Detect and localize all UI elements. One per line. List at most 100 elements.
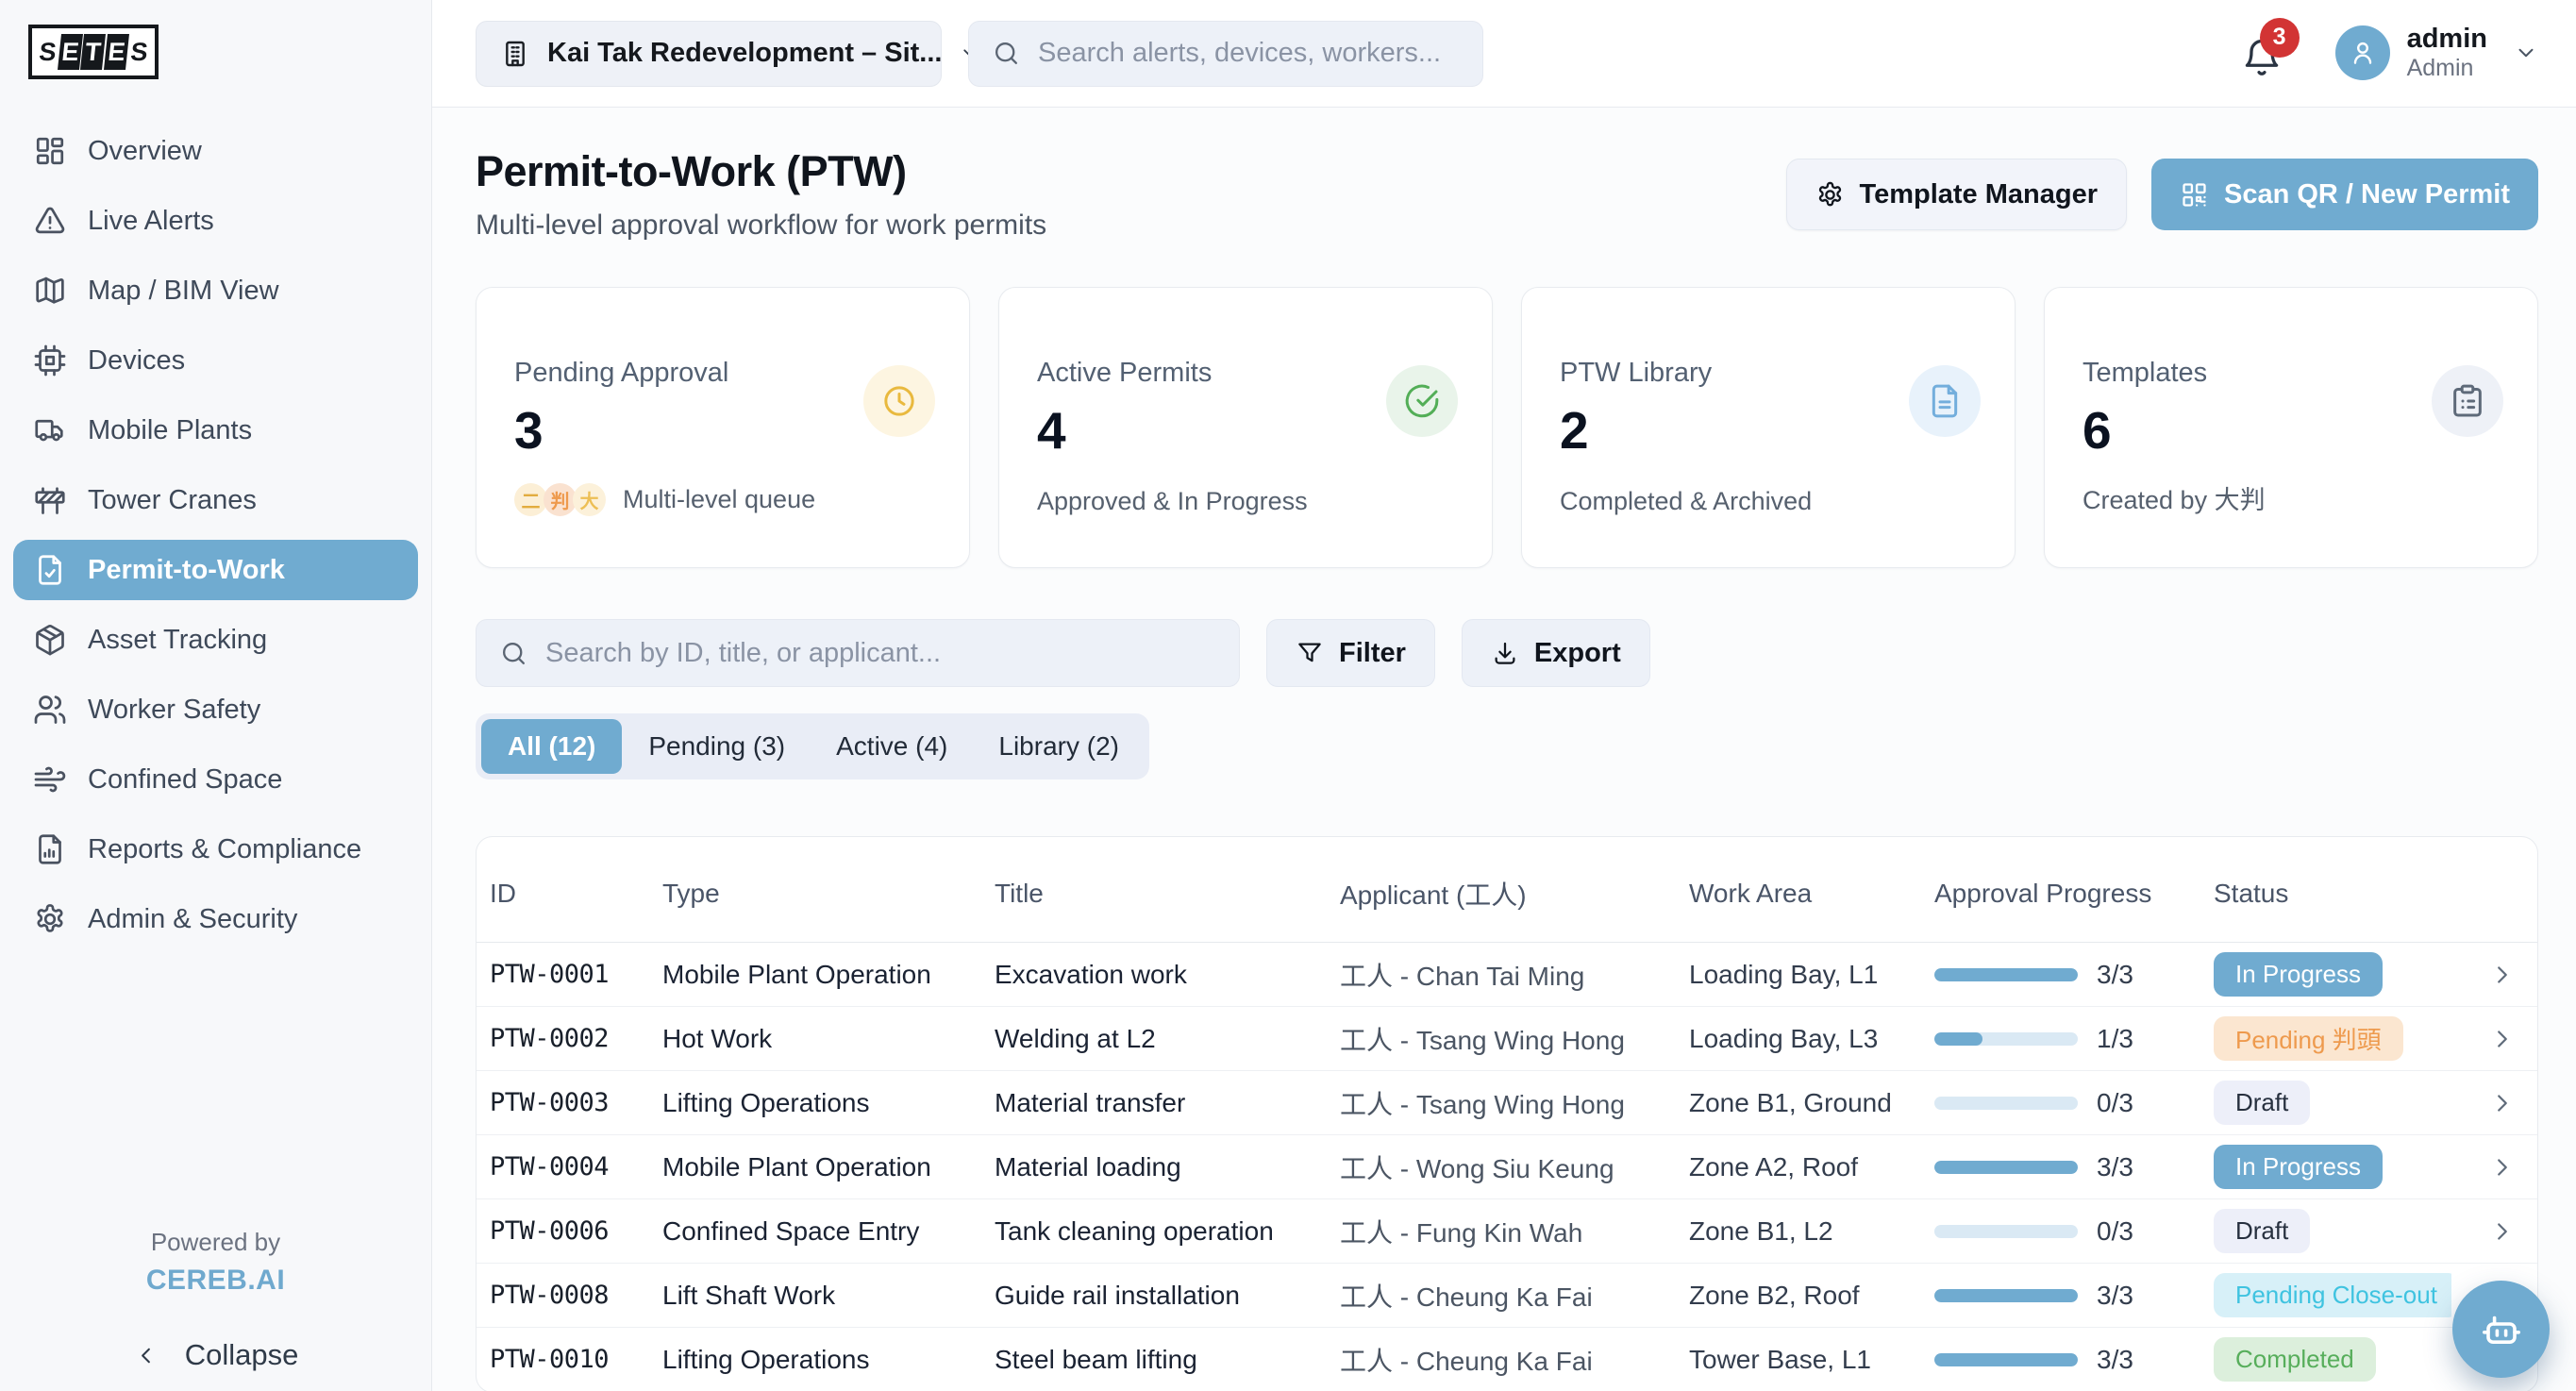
- table-row[interactable]: PTW-0003 Lifting Operations Material tra…: [477, 1071, 2537, 1135]
- progress-label: 0/3: [2097, 1088, 2133, 1118]
- approver-badge: 二: [514, 483, 547, 516]
- sidebar-item[interactable]: Confined Space: [13, 749, 418, 810]
- collapse-label: Collapse: [185, 1338, 299, 1372]
- cell-title: Material transfer: [995, 1088, 1340, 1118]
- sidebar-item[interactable]: Devices: [13, 330, 418, 391]
- chevron-right-icon[interactable]: [2488, 1089, 2517, 1117]
- file-text-icon: [1926, 382, 1964, 420]
- site-selector[interactable]: Kai Tak Redevelopment – Sit...: [476, 21, 942, 87]
- check-circle-icon-circle: [1386, 365, 1458, 437]
- table-row[interactable]: PTW-0001 Mobile Plant Operation Excavati…: [477, 943, 2537, 1007]
- tab[interactable]: Pending (3): [624, 719, 810, 774]
- sidebar-item-label: Admin & Security: [88, 904, 297, 935]
- cell-applicant: 工人 - Fung Kin Wah: [1340, 1213, 1689, 1250]
- cell-applicant: 工人 - Tsang Wing Hong: [1340, 1020, 1689, 1058]
- logo-letter: S: [126, 34, 152, 70]
- sidebar-item-label: Worker Safety: [88, 695, 260, 726]
- stat-card-active-permits: Active Permits 4 Approved & In Progress: [998, 287, 1493, 568]
- export-button[interactable]: Export: [1462, 619, 1650, 687]
- filter-button[interactable]: Filter: [1266, 619, 1435, 687]
- column-header: ID: [490, 879, 662, 909]
- stat-caption: Completed & Archived: [1560, 487, 1812, 516]
- scan-qr-new-permit-button[interactable]: Scan QR / New Permit: [2151, 159, 2538, 230]
- notifications-button[interactable]: 3: [2241, 29, 2284, 78]
- status-badge: Pending 判頭: [2214, 1016, 2403, 1061]
- table-row[interactable]: PTW-0002 Hot Work Welding at L2 工人 - Tsa…: [477, 1007, 2537, 1071]
- status-badge: Completed: [2214, 1337, 2376, 1382]
- sidebar-item-label: Overview: [88, 136, 202, 167]
- table-row[interactable]: PTW-0010 Lifting Operations Steel beam l…: [477, 1328, 2537, 1391]
- sidebar-item-label: Map / BIM View: [88, 276, 279, 307]
- setes-logo: S E T E S: [28, 25, 159, 79]
- tab[interactable]: All (12): [481, 719, 622, 774]
- progress-fill: [1934, 1289, 2078, 1302]
- logo-letter: T: [80, 34, 106, 70]
- cell-approval-progress: 0/3: [1934, 1088, 2214, 1118]
- chevron-right-icon[interactable]: [2488, 1153, 2517, 1182]
- sidebar-item[interactable]: Mobile Plants: [13, 400, 418, 461]
- column-header: Status: [2214, 879, 2451, 909]
- template-manager-button[interactable]: Template Manager: [1786, 159, 2127, 230]
- gear-icon: [33, 902, 67, 936]
- cell-title: Steel beam lifting: [995, 1345, 1340, 1375]
- progress-fill: [1934, 1353, 2078, 1366]
- stat-caption: 二 判 大 Multi-level queue: [514, 483, 815, 516]
- stat-card-pending-approval: Pending Approval 3 二 判 大 Multi-level que…: [476, 287, 970, 568]
- chevron-right-icon[interactable]: [2488, 1025, 2517, 1053]
- cell-status: In Progress: [2214, 1145, 2451, 1189]
- powered-by-label: Powered by: [0, 1228, 431, 1257]
- progress-fill: [1934, 1161, 2078, 1174]
- cell-applicant: 工人 - Wong Siu Keung: [1340, 1148, 1689, 1186]
- progress-bar: [1934, 968, 2078, 981]
- status-tabs: All (12) Pending (3) Active (4) Library …: [476, 713, 1149, 779]
- chevron-right-icon[interactable]: [2488, 961, 2517, 989]
- sidebar-item[interactable]: Map / BIM View: [13, 260, 418, 321]
- cell-title: Tank cleaning operation: [995, 1216, 1340, 1247]
- cell-approval-progress: 3/3: [1934, 1345, 2214, 1375]
- table-row[interactable]: PTW-0006 Confined Space Entry Tank clean…: [477, 1199, 2537, 1264]
- cell-approval-progress: 3/3: [1934, 960, 2214, 990]
- chevron-right-icon[interactable]: [2488, 1217, 2517, 1246]
- sidebar-item[interactable]: Admin & Security: [13, 889, 418, 949]
- cell-work-area: Zone B1, L2: [1689, 1216, 1934, 1247]
- column-header: Title: [995, 879, 1340, 909]
- sidebar-item[interactable]: Worker Safety: [13, 679, 418, 740]
- tab[interactable]: Active (4): [811, 719, 972, 774]
- collapse-sidebar-button[interactable]: Collapse: [0, 1338, 431, 1372]
- cereb-ai-brand[interactable]: CEREB.AI: [0, 1265, 431, 1297]
- column-header: Type: [662, 879, 995, 909]
- page-header: Permit-to-Work (PTW) Multi-level approva…: [476, 147, 2538, 242]
- table-row[interactable]: PTW-0008 Lift Shaft Work Guide rail inst…: [477, 1264, 2537, 1328]
- progress-label: 3/3: [2097, 1152, 2133, 1182]
- user-menu[interactable]: admin Admin: [2335, 25, 2538, 83]
- grid-icon: [33, 134, 67, 168]
- permit-search-input[interactable]: [545, 638, 1216, 669]
- crane-icon: [33, 483, 67, 517]
- tab[interactable]: Library (2): [974, 719, 1144, 774]
- table-row[interactable]: PTW-0004 Mobile Plant Operation Material…: [477, 1135, 2537, 1199]
- sidebar-item[interactable]: Live Alerts: [13, 191, 418, 251]
- stat-caption-text: Approved & In Progress: [1037, 487, 1308, 516]
- topbar: Kai Tak Redevelopment – Sit... 3 admin A…: [432, 0, 2576, 108]
- sidebar-item[interactable]: Tower Cranes: [13, 470, 418, 530]
- box-icon: [33, 623, 67, 657]
- global-search-input[interactable]: [1038, 38, 1460, 69]
- logo-letter: E: [58, 34, 83, 70]
- sidebar-item-label: Mobile Plants: [88, 415, 252, 446]
- progress-bar: [1934, 1225, 2078, 1238]
- sidebar-item[interactable]: Permit-to-Work: [13, 540, 418, 600]
- sidebar-item[interactable]: Reports & Compliance: [13, 819, 418, 880]
- cell-type: Lifting Operations: [662, 1088, 995, 1118]
- column-header: Work Area: [1689, 879, 1934, 909]
- cell-id: PTW-0008: [490, 1281, 662, 1310]
- map-icon: [33, 274, 67, 308]
- progress-fill: [1934, 968, 2078, 981]
- sidebar-item-label: Permit-to-Work: [88, 555, 285, 586]
- sidebar-item[interactable]: Overview: [13, 121, 418, 181]
- cell-type: Mobile Plant Operation: [662, 1152, 995, 1182]
- table-toolbar: Filter Export: [476, 619, 2538, 687]
- sidebar-item[interactable]: Asset Tracking: [13, 610, 418, 670]
- ai-assistant-fab[interactable]: [2452, 1281, 2550, 1378]
- cell-approval-progress: 0/3: [1934, 1216, 2214, 1247]
- column-header: Applicant (工人): [1340, 875, 1689, 913]
